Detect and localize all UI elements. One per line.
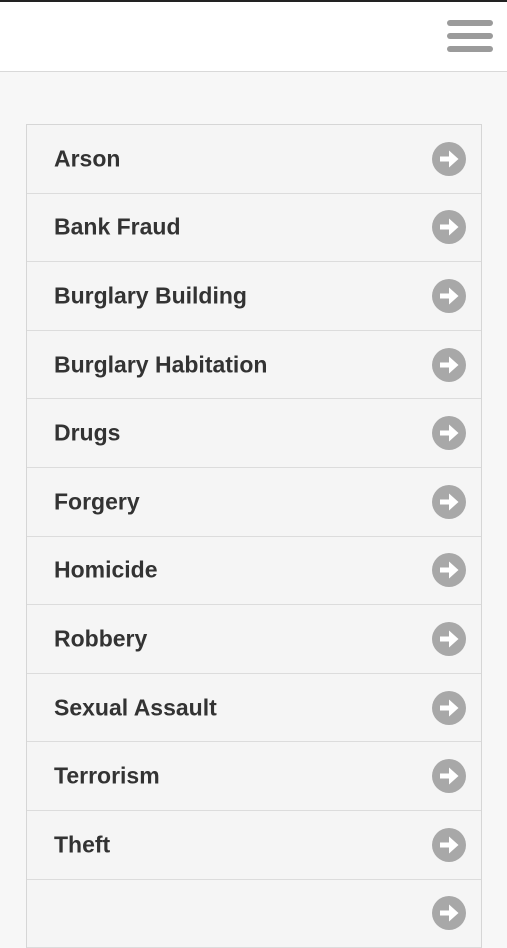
menu-bar [447, 46, 493, 52]
list-item[interactable]: Burglary Building [27, 262, 481, 331]
arrow-right-circle-icon[interactable] [431, 278, 467, 314]
arrow-right-circle-icon[interactable] [431, 347, 467, 383]
arrow-right-circle-icon[interactable] [431, 552, 467, 588]
list-item[interactable]: Arson [27, 125, 481, 194]
list-item-label: Forgery [54, 488, 140, 515]
list-item[interactable] [27, 880, 481, 948]
arrow-right-circle-icon[interactable] [431, 141, 467, 177]
arrow-right-circle-icon[interactable] [431, 484, 467, 520]
list-item-label: Drugs [54, 419, 121, 446]
list-item-label: Burglary Habitation [54, 351, 268, 378]
list-item[interactable]: Terrorism [27, 742, 481, 811]
list-item-label: Theft [54, 831, 111, 858]
arrow-right-circle-icon[interactable] [431, 895, 467, 931]
app-header [0, 2, 507, 72]
list-item-label: Terrorism [54, 762, 160, 789]
hamburger-menu-icon[interactable] [445, 16, 495, 56]
arrow-right-circle-icon[interactable] [431, 415, 467, 451]
list-item[interactable]: Burglary Habitation [27, 331, 481, 400]
list-item[interactable]: Theft [27, 811, 481, 880]
arrow-right-circle-icon[interactable] [431, 621, 467, 657]
list-item[interactable]: Drugs [27, 399, 481, 468]
list-item[interactable]: Bank Fraud [27, 194, 481, 263]
list-item[interactable]: Homicide [27, 537, 481, 606]
list-item-label: Homicide [54, 556, 158, 583]
list-item-label: Robbery [54, 625, 148, 652]
arrow-right-circle-icon[interactable] [431, 827, 467, 863]
menu-bar [447, 20, 493, 26]
list-item[interactable]: Robbery [27, 605, 481, 674]
list-item[interactable]: Forgery [27, 468, 481, 537]
arrow-right-circle-icon[interactable] [431, 690, 467, 726]
list-item-label: Burglary Building [54, 282, 247, 309]
category-list: Arson Bank Fraud Burglary Building Burglary… [26, 124, 482, 948]
list-item[interactable]: Sexual Assault [27, 674, 481, 743]
arrow-right-circle-icon[interactable] [431, 209, 467, 245]
arrow-right-circle-icon[interactable] [431, 758, 467, 794]
menu-bar [447, 33, 493, 39]
list-item-label: Arson [54, 145, 121, 172]
list-item-label: Bank Fraud [54, 213, 181, 240]
list-item-label: Sexual Assault [54, 694, 217, 721]
